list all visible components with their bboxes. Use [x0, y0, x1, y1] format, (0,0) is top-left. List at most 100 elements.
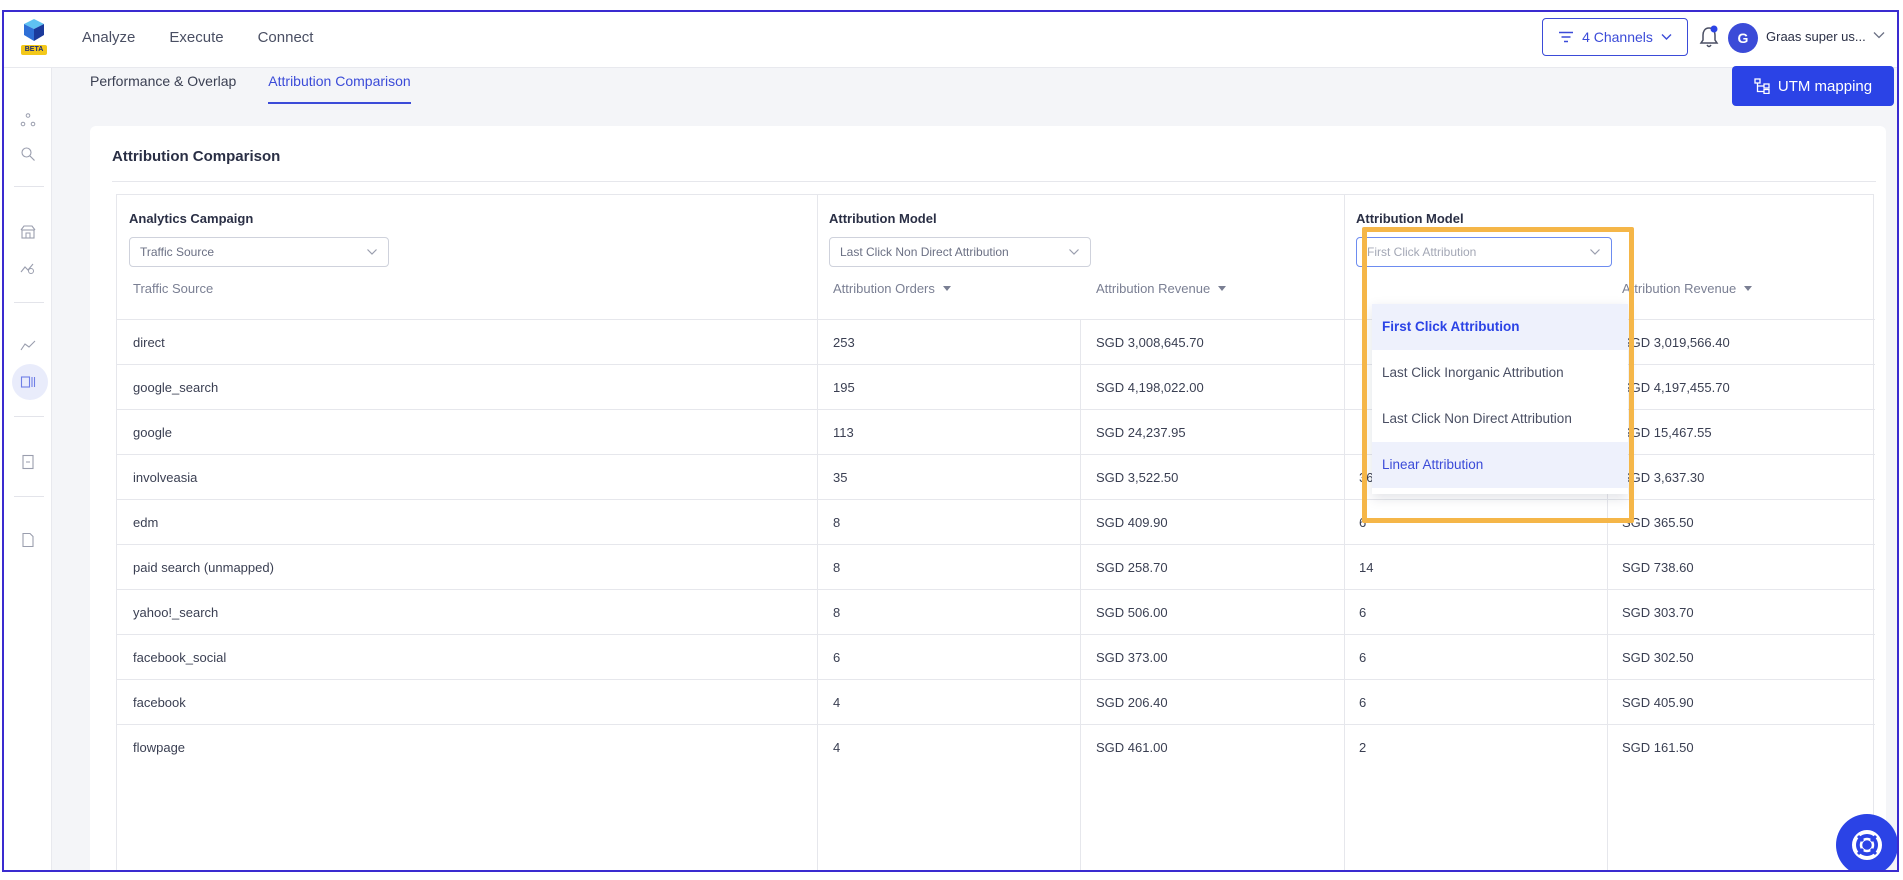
cube-logo-icon [24, 19, 44, 41]
nodes-icon[interactable] [20, 112, 36, 128]
table-cell-revenue2: SGD 303.70 [1622, 605, 1694, 620]
table-cell-orders2: 6 [1359, 605, 1367, 620]
tab-performance-overlap[interactable]: Performance & Overlap [90, 70, 236, 102]
table-cell-revenue2: SGD 405.90 [1622, 695, 1694, 710]
store-icon[interactable] [20, 224, 36, 240]
nav-execute[interactable]: Execute [169, 26, 223, 50]
analytics-campaign-select[interactable]: Traffic Source [129, 237, 389, 267]
attribution-model-select-2[interactable]: First Click Attribution [1356, 237, 1612, 267]
table-cell-revenue1: SGD 409.90 [1096, 515, 1168, 530]
left-sidebar [4, 68, 52, 870]
trend-search-icon[interactable] [20, 260, 36, 276]
attribution-card: Attribution Comparison Analytics Campaig… [90, 126, 1886, 870]
user-name[interactable]: Graas super us... [1766, 29, 1866, 44]
attribution-model-label-1: Attribution Model [829, 211, 937, 226]
table-cell-source: involveasia [133, 470, 198, 485]
table-cell-orders1: 195 [833, 380, 855, 395]
table-cell-source: facebook [133, 695, 186, 710]
table-cell-orders1: 8 [833, 605, 841, 620]
table-cell-orders1: 6 [833, 650, 841, 665]
table-cell-orders1: 4 [833, 695, 841, 710]
attribution-model-dropdown: First Click Attribution Last Click Inorg… [1372, 304, 1628, 494]
table-cell-orders2: 2 [1359, 740, 1367, 755]
main-nav: Analyze Execute Connect [82, 26, 313, 50]
user-avatar[interactable]: G [1728, 23, 1758, 53]
column-header-attribution-revenue-2[interactable]: Attribution Revenue [1622, 281, 1753, 296]
row-divider [117, 589, 1875, 590]
attribution-icon[interactable] [20, 374, 36, 390]
app-logo[interactable]: BETA [21, 19, 47, 59]
table-cell-revenue2: SGD 302.50 [1622, 650, 1694, 665]
table-cell-orders2: 14 [1359, 560, 1374, 575]
nav-analyze[interactable]: Analyze [82, 26, 135, 50]
table-cell-orders1: 35 [833, 470, 848, 485]
top-navbar: BETA Analyze Execute Connect 4 Channels … [4, 12, 1897, 68]
table-cell-orders1: 8 [833, 515, 841, 530]
app-frame: BETA Analyze Execute Connect 4 Channels … [2, 10, 1899, 872]
table-cell-revenue1: SGD 4,198,022.00 [1096, 380, 1204, 395]
chevron-down-icon [367, 249, 377, 255]
title-divider [112, 181, 1876, 182]
help-chat-button[interactable] [1836, 814, 1897, 870]
row-divider [117, 544, 1875, 545]
table-cell-revenue1: SGD 461.00 [1096, 740, 1168, 755]
dropdown-option-last-click-inorganic[interactable]: Last Click Inorganic Attribution [1372, 350, 1628, 396]
table-cell-source: facebook_social [133, 650, 227, 665]
table-cell-revenue2: SGD 161.50 [1622, 740, 1694, 755]
column-header-attribution-revenue[interactable]: Attribution Revenue [1096, 281, 1227, 296]
bell-notification-icon[interactable] [1698, 24, 1720, 50]
dropdown-option-first-click[interactable]: First Click Attribution [1372, 304, 1628, 350]
dropdown-option-linear[interactable]: Linear Attribution [1372, 442, 1628, 488]
column-header-label: Attribution Revenue [1096, 281, 1211, 296]
attribution-model-select-1[interactable]: Last Click Non Direct Attribution [829, 237, 1091, 267]
table-cell-revenue1: SGD 373.00 [1096, 650, 1168, 665]
channels-filter-button[interactable]: 4 Channels [1542, 18, 1688, 56]
table-cell-revenue2: SGD 3,637.30 [1622, 470, 1705, 485]
hierarchy-icon [1754, 78, 1770, 94]
row-divider [117, 499, 1875, 500]
table-cell-orders2: 6 [1359, 695, 1367, 710]
table-cell-revenue1: SGD 206.40 [1096, 695, 1168, 710]
report-icon[interactable] [20, 454, 36, 470]
nav-connect[interactable]: Connect [258, 26, 314, 50]
sort-caret-icon [1218, 285, 1227, 291]
tab-attribution-comparison[interactable]: Attribution Comparison [268, 70, 412, 104]
sort-caret-icon [942, 285, 951, 291]
document-icon[interactable] [20, 532, 36, 548]
search-analytics-icon[interactable] [20, 146, 36, 162]
row-divider [117, 634, 1875, 635]
table-cell-revenue2: SGD 365.50 [1622, 515, 1694, 530]
column-header-label: Attribution Orders [833, 281, 935, 296]
sidebar-divider [14, 496, 44, 497]
utm-mapping-button[interactable]: UTM mapping [1732, 66, 1894, 106]
table-cell-source: yahoo!_search [133, 605, 219, 620]
column-header-attribution-orders[interactable]: Attribution Orders [833, 281, 951, 296]
column-header-traffic-source[interactable]: Traffic Source [133, 281, 213, 296]
column-header-label: Attribution Revenue [1622, 281, 1737, 296]
table-cell-revenue1: SGD 258.70 [1096, 560, 1168, 575]
chevron-down-icon [1069, 249, 1079, 255]
dropdown-option-last-click-non-direct[interactable]: Last Click Non Direct Attribution [1372, 396, 1628, 442]
table-cell-revenue1: SGD 3,008,645.70 [1096, 335, 1204, 350]
table-cell-orders2: 6 [1359, 650, 1367, 665]
chevron-down-icon[interactable] [1872, 28, 1886, 42]
analytics-campaign-label: Analytics Campaign [129, 211, 254, 226]
table-cell-orders2: 6 [1359, 515, 1367, 530]
table-cell-orders1: 113 [833, 425, 854, 440]
column-divider [1080, 319, 1081, 870]
tab-bar: Performance & Overlap Attribution Compar… [90, 70, 412, 104]
table-cell-source: flowpage [133, 740, 186, 755]
attribution-model-value-1: Last Click Non Direct Attribution [840, 245, 1009, 259]
utm-mapping-label: UTM mapping [1777, 77, 1873, 95]
table-cell-source: paid search (unmapped) [133, 560, 274, 575]
table-cell-orders1: 253 [833, 335, 855, 350]
row-divider [117, 679, 1875, 680]
table-cell-source: google_search [133, 380, 219, 395]
line-chart-icon[interactable] [20, 338, 36, 354]
column-header-label: Traffic Source [133, 281, 214, 296]
table-cell-source: direct [133, 335, 165, 350]
filter-icon [1559, 31, 1574, 43]
row-divider [117, 724, 1875, 725]
table-cell-source: google [133, 425, 173, 440]
analytics-campaign-value: Traffic Source [140, 245, 215, 259]
